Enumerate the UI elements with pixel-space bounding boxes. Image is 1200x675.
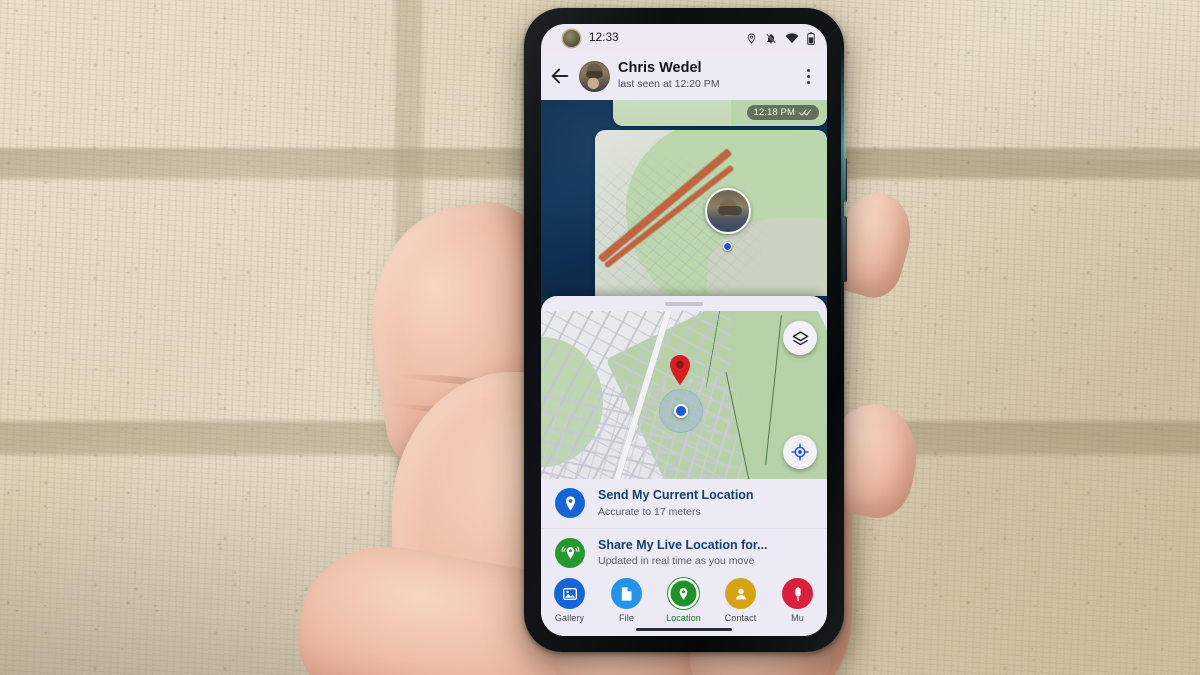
more-options-icon[interactable] [799, 68, 817, 84]
tab-file[interactable]: File [598, 578, 655, 623]
location-picker-map[interactable] [541, 311, 827, 479]
sheet-drag-handle[interactable] [665, 302, 703, 306]
contact-icon [725, 578, 756, 609]
destination-pin-icon [670, 355, 690, 385]
home-gesture-indicator[interactable] [636, 628, 732, 631]
tab-label: Mu [791, 613, 804, 623]
location-attachment-sheet: Send My Current Location Accurate to 17 … [541, 296, 827, 636]
option-subtitle: Accurate to 17 meters [598, 505, 701, 518]
chat-app-bar: Chris Wedel last seen at 12:20 PM [541, 52, 827, 100]
share-live-location-text: Share My Live Location for... Updated in… [598, 538, 767, 569]
current-location-dot [674, 404, 688, 418]
status-bar: 12:33 [541, 24, 827, 52]
tab-location[interactable]: Location [655, 578, 712, 630]
recenter-location-button[interactable] [783, 435, 817, 469]
attachment-tab-bar: Gallery File Location Contact Mu [541, 570, 827, 636]
message-timestamp: 12:18 PM [746, 105, 819, 120]
contact-name: Chris Wedel [618, 60, 702, 77]
pin-glyph-icon [565, 496, 575, 511]
tab-label: Gallery [554, 613, 585, 623]
tab-label: Location [666, 613, 701, 623]
pin-glyph-icon [679, 587, 688, 600]
person-glyph-icon [735, 588, 746, 599]
notifications-muted-icon [765, 32, 777, 44]
document-glyph-icon [621, 586, 632, 601]
battery-icon [807, 31, 815, 45]
tab-music[interactable]: Mu [769, 578, 826, 623]
message-bubble-live-location[interactable] [595, 130, 827, 296]
tab-contact[interactable]: Contact [712, 578, 769, 623]
location-icon [668, 578, 699, 609]
map-layers-button[interactable] [783, 321, 817, 355]
status-clock: 12:33 [589, 32, 619, 44]
contact-avatar[interactable] [579, 60, 610, 92]
image-glyph-icon [562, 587, 577, 600]
option-subtitle: Updated in real time as you move [598, 555, 755, 568]
live-location-icon [555, 538, 585, 569]
read-receipt-icon [799, 109, 812, 116]
phone-screen: 12:33 Chris Wedel last seen at 12:20 PM … [541, 24, 827, 636]
live-location-dot [723, 242, 732, 251]
wifi-icon [785, 33, 799, 43]
layers-icon [792, 330, 808, 345]
gallery-icon [554, 578, 585, 609]
broadcast-pin-glyph-icon [560, 546, 580, 559]
audio-glyph-icon [794, 586, 801, 601]
send-current-location-row[interactable]: Send My Current Location Accurate to 17 … [541, 479, 827, 528]
contact-info[interactable]: Chris Wedel last seen at 12:20 PM [618, 60, 791, 91]
live-location-avatar-marker [705, 188, 751, 234]
location-icon [747, 33, 756, 44]
music-icon [782, 578, 813, 609]
tab-label: File [619, 613, 634, 623]
option-title: Send My Current Location [598, 488, 754, 502]
timestamp-text: 12:18 PM [753, 107, 795, 118]
option-title: Share My Live Location for... [598, 537, 768, 552]
smartphone: 12:33 Chris Wedel last seen at 12:20 PM … [524, 8, 847, 652]
tab-gallery[interactable]: Gallery [541, 578, 598, 623]
chat-message-area: 12:18 PM [541, 100, 827, 296]
message-bubble-map-preview[interactable]: 12:18 PM [613, 100, 827, 126]
send-location-icon [555, 488, 585, 519]
status-icons [746, 31, 815, 45]
front-camera [563, 30, 580, 47]
volume-button[interactable] [843, 216, 847, 282]
tab-label: Contact [724, 613, 757, 623]
contact-status: last seen at 12:20 PM [618, 78, 720, 91]
file-icon [611, 578, 642, 609]
power-button[interactable] [843, 158, 847, 202]
recenter-icon [791, 443, 809, 461]
send-location-text: Send My Current Location Accurate to 17 … [598, 488, 754, 519]
back-arrow-icon[interactable] [549, 65, 571, 87]
